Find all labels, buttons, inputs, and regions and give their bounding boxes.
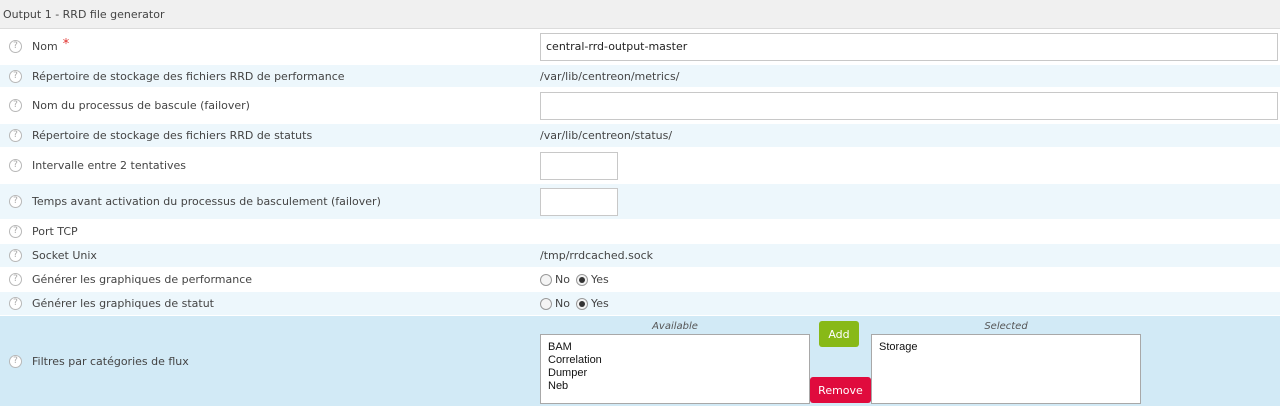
failover-input[interactable] [540,91,1278,120]
row-perf-graphs: ? Générer les graphiques de performance … [0,268,1280,292]
required-mark: * [62,37,70,52]
list-item[interactable]: Storage [879,341,1133,354]
status-graphs-yes-radio[interactable] [575,297,588,310]
status-graphs-label: Générer les graphiques de statut [32,297,214,310]
row-status-dir: ? Répertoire de stockage des fichiers RR… [0,124,1280,148]
status-dir-label: Répertoire de stockage des fichiers RRD … [32,129,313,142]
list-item[interactable]: Correlation [548,354,802,367]
retry-interval-label: Intervalle entre 2 tentatives [32,159,187,172]
buffering-timeout-label: Temps avant activation du processus de b… [32,195,381,208]
row-failover: ? Nom du processus de bascule (failover) [0,88,1280,124]
section-title: Output 1 - RRD file generator [3,7,165,21]
status-graphs-no-radio[interactable] [540,297,552,310]
help-icon[interactable]: ? [9,129,22,142]
help-icon[interactable]: ? [9,225,22,238]
row-buffering-timeout: ? Temps avant activation du processus de… [0,184,1280,220]
help-icon[interactable]: ? [9,40,22,53]
help-icon[interactable]: ? [9,195,22,208]
help-icon[interactable]: ? [9,69,22,83]
list-item[interactable]: BAM [548,341,802,354]
nom-label: Nom * [32,37,70,53]
perf-graphs-radio-group: No Yes [540,273,615,286]
help-icon[interactable]: ? [9,273,22,286]
perf-graphs-no-radio[interactable] [540,273,552,286]
selected-title: Selected [984,321,1028,332]
status-graphs-radio-group: No Yes [540,297,615,310]
metrics-dir-label: Répertoire de stockage des fichiers RRD … [32,69,345,83]
row-metrics-dir: ? Répertoire de stockage des fichiers RR… [0,65,1280,88]
selected-listbox[interactable]: Storage [871,334,1141,404]
help-icon[interactable]: ? [9,249,22,262]
perf-graphs-label: Générer les graphiques de performance [32,273,253,286]
add-button[interactable]: Add [819,321,859,347]
status-dir-value: /var/lib/centreon/status/ [540,129,673,142]
status-graphs-no-label[interactable]: No [555,297,570,310]
row-nom: ? Nom * [0,29,1280,65]
available-title: Available [652,321,698,332]
nom-input[interactable] [540,32,1278,61]
list-item[interactable]: Dumper [548,367,802,380]
perf-graphs-yes-label[interactable]: Yes [591,273,609,286]
help-icon[interactable]: ? [9,99,22,112]
socket-label: Socket Unix [32,249,97,262]
port-label: Port TCP [32,225,78,238]
failover-label: Nom du processus de bascule (failover) [32,99,250,112]
retry-interval-input[interactable] [540,151,618,180]
list-item[interactable]: Neb [548,380,802,393]
remove-button[interactable]: Remove [810,377,871,403]
status-graphs-yes-label[interactable]: Yes [591,297,609,310]
help-icon[interactable]: ? [9,355,22,368]
buffering-timeout-input[interactable] [540,187,618,216]
row-port: ? Port TCP [0,220,1280,244]
row-status-graphs: ? Générer les graphiques de statut No Ye… [0,292,1280,316]
help-icon[interactable]: ? [9,159,22,172]
row-retry-interval: ? Intervalle entre 2 tentatives [0,148,1280,184]
row-filters: ? Filtres par catégories de flux Availab… [0,316,1280,406]
row-socket: ? Socket Unix /tmp/rrdcached.sock [0,244,1280,268]
help-icon[interactable]: ? [9,297,22,310]
filters-label: Filtres par catégories de flux [32,355,189,368]
perf-graphs-yes-radio[interactable] [575,273,588,286]
metrics-dir-value: /var/lib/centreon/metrics/ [540,69,680,83]
available-listbox[interactable]: BAM Correlation Dumper Neb [540,334,810,404]
section-header: Output 1 - RRD file generator [0,0,1280,29]
socket-value: /tmp/rrdcached.sock [540,249,653,262]
perf-graphs-no-label[interactable]: No [555,273,570,286]
